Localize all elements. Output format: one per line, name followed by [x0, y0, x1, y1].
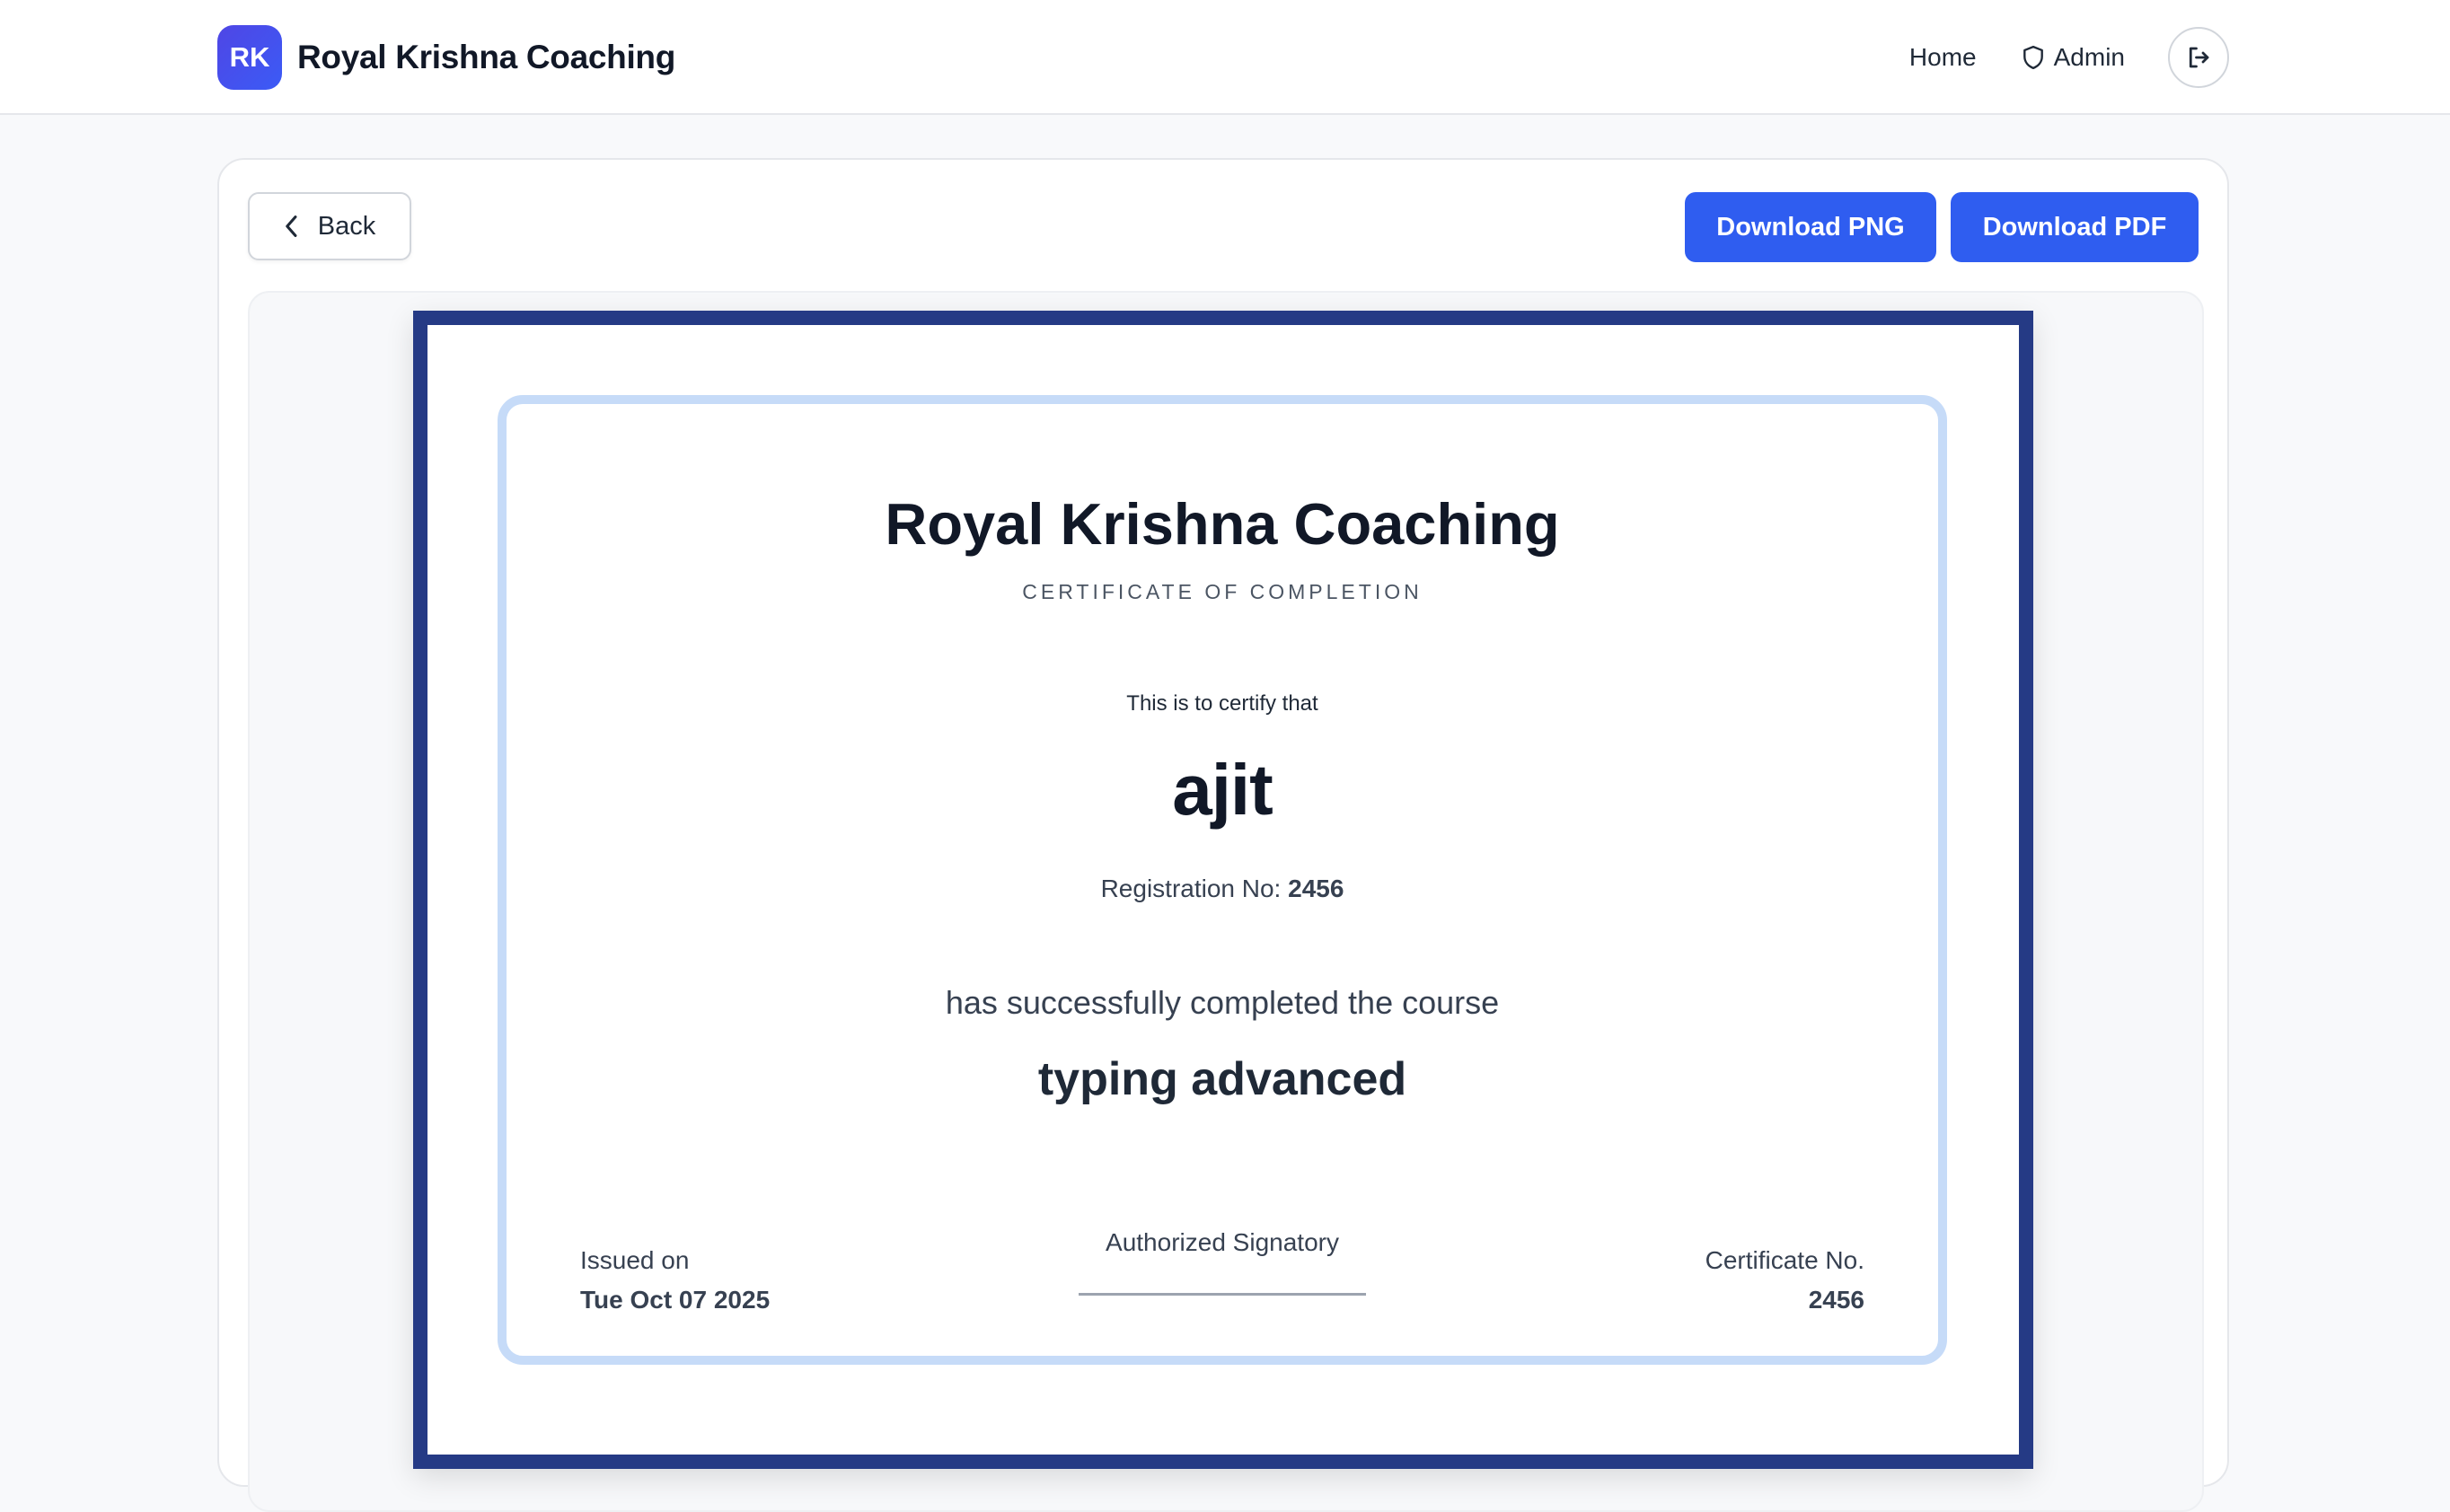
download-pdf-button[interactable]: Download PDF — [1951, 192, 2199, 262]
student-name: ajit — [1172, 750, 1273, 830]
signature-line — [1079, 1293, 1366, 1296]
certificate-type: CERTIFICATE OF COMPLETION — [1022, 580, 1423, 603]
main-nav: Home Admin — [1909, 27, 2229, 88]
brand[interactable]: RK Royal Krishna Coaching — [217, 25, 675, 90]
logout-icon — [2189, 47, 2209, 68]
certificate: Royal Krishna Coaching CERTIFICATE OF CO… — [413, 311, 2033, 1469]
nav-home-link[interactable]: Home — [1909, 43, 1977, 72]
certificate-number-block: Certificate No. 2456 — [1705, 1246, 1864, 1314]
chevron-left-icon — [285, 215, 297, 237]
certificate-inner-frame: Royal Krishna Coaching CERTIFICATE OF CO… — [498, 395, 1947, 1365]
certificate-organization: Royal Krishna Coaching — [885, 491, 1560, 557]
back-button[interactable]: Back — [248, 192, 411, 260]
certificate-number: 2456 — [1808, 1286, 1864, 1314]
registration-value: 2456 — [1288, 875, 1344, 902]
back-button-label: Back — [317, 211, 376, 241]
registration-label: Registration No: — [1100, 875, 1282, 902]
certificate-intro: This is to certify that — [1126, 691, 1318, 716]
nav-admin-label: Admin — [2053, 43, 2125, 71]
certificate-number-label: Certificate No. — [1705, 1246, 1864, 1274]
download-png-button[interactable]: Download PNG — [1685, 192, 1936, 262]
brand-logo: RK — [217, 25, 282, 90]
course-name: typing advanced — [1037, 1053, 1407, 1105]
completion-text: has successfully completed the course — [945, 984, 1500, 1021]
logout-button[interactable] — [2168, 27, 2229, 88]
shield-icon — [2023, 45, 2043, 70]
registration-number: Registration No: 2456 — [507, 875, 1938, 903]
top-navbar: RK Royal Krishna Coaching Home Admin — [0, 0, 2450, 115]
nav-admin-link[interactable]: Admin — [2022, 43, 2125, 72]
brand-name: Royal Krishna Coaching — [297, 39, 676, 75]
